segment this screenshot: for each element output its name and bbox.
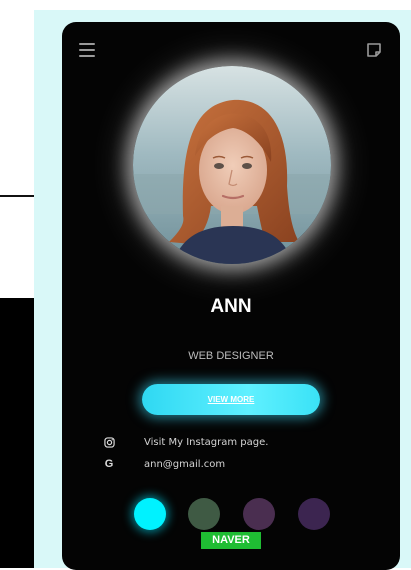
email-contact-row[interactable]: G ann@gmail.com — [102, 457, 225, 471]
google-icon: G — [104, 458, 114, 470]
profile-card: ANN WEB DESIGNER VIEW MORE Visit My Inst… — [62, 22, 400, 570]
color-swatch-plum[interactable] — [243, 498, 275, 530]
note-icon[interactable] — [366, 42, 382, 58]
color-swatch-purple[interactable] — [298, 498, 330, 530]
profile-name: ANN — [210, 296, 252, 317]
avatar — [133, 66, 331, 264]
view-more-button[interactable]: VIEW MORE — [142, 384, 320, 415]
instagram-contact-row[interactable]: Visit My Instagram page. — [102, 435, 268, 449]
email-text[interactable]: ann@gmail.com — [144, 459, 225, 470]
hamburger-menu-icon[interactable] — [79, 43, 95, 57]
instagram-icon — [102, 435, 116, 449]
color-swatch-cyan[interactable] — [134, 498, 166, 530]
left-divider-line — [0, 195, 34, 197]
naver-badge: NAVER — [201, 532, 261, 549]
profile-role: WEB DESIGNER — [188, 350, 274, 362]
left-black-panel — [0, 298, 34, 568]
instagram-link-text[interactable]: Visit My Instagram page. — [144, 437, 268, 448]
color-swatch-green[interactable] — [188, 498, 220, 530]
